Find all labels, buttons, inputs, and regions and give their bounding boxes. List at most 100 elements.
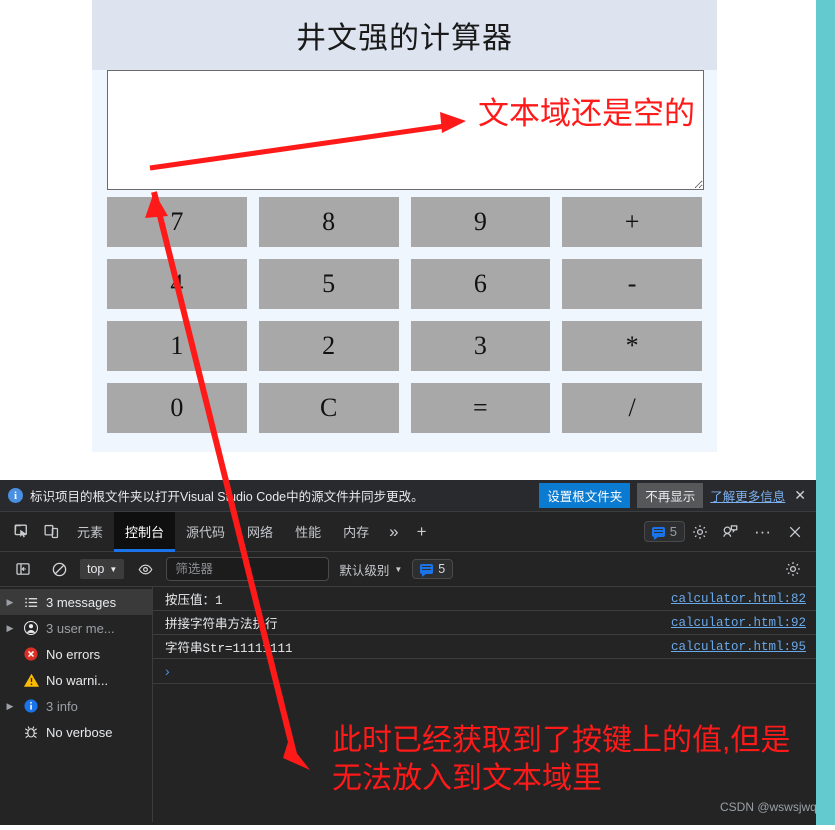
page-right-accent-strip — [816, 0, 835, 480]
console-settings-gear-icon[interactable] — [778, 554, 808, 584]
browser-page-viewport: 井文强的计算器 7 8 9 + 4 5 6 - 1 2 3 * 0 C = / — [0, 0, 835, 480]
calc-key-5[interactable]: 5 — [258, 259, 399, 309]
console-message-badge[interactable]: 5 — [412, 559, 454, 579]
tab-performance[interactable]: 性能 — [284, 512, 332, 552]
sidebar-item-user-messages[interactable]: ▶ 3 user me... — [0, 615, 152, 641]
sidebar-toggle-icon[interactable] — [8, 554, 38, 584]
warning-icon — [22, 671, 40, 689]
calc-key-3[interactable]: 3 — [410, 321, 551, 371]
sidebar-item-label: 3 info — [46, 698, 78, 714]
more-options-icon[interactable]: ··· — [745, 522, 780, 542]
close-devtools-icon[interactable] — [780, 517, 810, 547]
sidebar-item-info[interactable]: ▶ 3 info — [0, 693, 152, 719]
calc-key-divide[interactable]: / — [562, 383, 702, 433]
tab-sources[interactable]: 源代码 — [175, 512, 236, 552]
devtools-right-accent-strip — [816, 480, 835, 825]
tab-memory[interactable]: 内存 — [332, 512, 380, 552]
calc-key-9[interactable]: 9 — [410, 197, 551, 247]
feedback-icon[interactable] — [715, 517, 745, 547]
sidebar-item-verbose[interactable]: ▶ No verbose — [0, 719, 152, 745]
tab-console[interactable]: 控制台 — [114, 511, 176, 552]
more-tabs-icon[interactable]: » — [380, 522, 407, 542]
calc-key-multiply[interactable]: * — [562, 321, 702, 371]
chevron-down-icon: ▼ — [394, 564, 403, 574]
console-log-row[interactable]: 按压值：1 calculator.html:82 — [153, 587, 816, 611]
sidebar-item-messages[interactable]: ▶ 3 messages — [0, 589, 152, 615]
log-message: 字符串Str=11111111 — [165, 642, 293, 656]
log-message: 拼接字符串方法执行 — [165, 618, 278, 632]
calc-key-4[interactable]: 4 — [107, 259, 247, 309]
sidebar-item-label: 3 messages — [46, 594, 117, 610]
devtools-infobar: i 标识项目的根文件夹以打开Visual Studio Code中的源文件并同步… — [0, 480, 816, 512]
devtools-panel: i 标识项目的根文件夹以打开Visual Studio Code中的源文件并同步… — [0, 480, 835, 825]
log-source-link[interactable]: calculator.html:82 — [671, 592, 806, 606]
console-message-count: 5 — [438, 562, 446, 576]
sidebar-item-label: No warni... — [46, 672, 109, 688]
calc-key-0[interactable]: 0 — [107, 383, 247, 433]
live-expression-icon[interactable] — [130, 554, 160, 584]
sidebar-item-label: No verbose — [46, 724, 113, 740]
chevron-right-icon: ▶ — [6, 622, 14, 633]
message-count-badge[interactable]: 5 — [643, 521, 686, 542]
speech-bubble-icon — [651, 526, 665, 540]
display-wrapper — [107, 70, 704, 190]
dont-show-again-button[interactable]: 不再显示 — [637, 483, 704, 508]
execution-context-select[interactable]: top ▼ — [80, 559, 125, 579]
message-count-value: 5 — [669, 524, 678, 539]
learn-more-link[interactable]: 了解更多信息 — [710, 486, 785, 505]
sidebar-item-label: 3 user me... — [46, 620, 115, 636]
speech-bubble-icon — [420, 564, 434, 577]
info-icon: i — [8, 488, 23, 503]
calc-key-7[interactable]: 7 — [107, 197, 247, 247]
sidebar-item-warnings[interactable]: ▶ No warni... — [0, 667, 152, 693]
add-tab-button[interactable]: + — [408, 522, 436, 542]
info-icon — [22, 697, 40, 715]
calc-key-6[interactable]: 6 — [410, 259, 551, 309]
device-toolbar-icon[interactable] — [36, 517, 66, 547]
execution-context-value: top — [87, 562, 105, 576]
devtools-tabbar: 元素 控制台 源代码 网络 性能 内存 » + 5 ··· — [0, 511, 816, 552]
calculator-panel: 井文强的计算器 7 8 9 + 4 5 6 - 1 2 3 * 0 C = / — [92, 0, 717, 452]
sidebar-item-errors[interactable]: ▶ No errors — [0, 641, 152, 667]
chevron-right-icon: ▶ — [6, 700, 14, 711]
calc-key-8[interactable]: 8 — [258, 197, 399, 247]
error-icon — [22, 645, 40, 663]
calculator-display-textarea[interactable] — [107, 70, 704, 190]
calculator-keypad: 7 8 9 + 4 5 6 - 1 2 3 * 0 C = / — [107, 197, 702, 433]
calc-key-1[interactable]: 1 — [107, 321, 247, 371]
infobar-message: 标识项目的根文件夹以打开Visual Studio Code中的源文件并同步更改… — [30, 490, 424, 504]
sidebar-item-label: No errors — [46, 646, 101, 662]
page-title: 井文强的计算器 — [296, 22, 513, 55]
log-message: 按压值：1 — [165, 594, 223, 608]
calc-key-equals[interactable]: = — [410, 383, 551, 433]
clear-console-icon[interactable] — [44, 554, 74, 584]
chevron-down-icon: ▼ — [109, 564, 118, 574]
console-log-list: 按压值：1 calculator.html:82 拼接字符串方法执行 calcu… — [153, 587, 816, 822]
tab-network[interactable]: 网络 — [236, 512, 284, 552]
bug-icon — [22, 723, 40, 741]
console-log-row[interactable]: 拼接字符串方法执行 calculator.html:92 — [153, 611, 816, 635]
console-input-prompt[interactable]: › — [153, 659, 816, 684]
gear-icon[interactable] — [685, 517, 715, 547]
chevron-right-icon: ▶ — [6, 596, 14, 607]
calc-key-minus[interactable]: - — [562, 259, 702, 309]
log-source-link[interactable]: calculator.html:95 — [671, 640, 806, 654]
log-level-value: 默认级别 — [339, 563, 390, 578]
calc-key-2[interactable]: 2 — [258, 321, 399, 371]
set-root-folder-button[interactable]: 设置根文件夹 — [539, 483, 631, 508]
console-toolbar: top ▼ 默认级别 ▼ 5 — [0, 552, 816, 587]
prompt-chevron-icon: › — [165, 663, 170, 679]
calc-key-plus[interactable]: + — [562, 197, 702, 247]
inspect-element-icon[interactable] — [6, 517, 36, 547]
tab-elements[interactable]: 元素 — [66, 512, 114, 552]
log-level-select[interactable]: 默认级别 ▼ — [335, 560, 406, 579]
close-icon[interactable]: ✕ — [792, 487, 808, 504]
calculator-header: 井文强的计算器 — [92, 0, 717, 70]
calc-key-clear[interactable]: C — [258, 383, 399, 433]
console-main: ▶ 3 messages ▶ 3 user me... No errors No… — [0, 587, 816, 822]
console-log-row[interactable]: 字符串Str=11111111 calculator.html:95 — [153, 635, 816, 659]
list-icon — [22, 593, 40, 611]
console-sidebar: ▶ 3 messages ▶ 3 user me... No errors No… — [0, 587, 153, 822]
log-source-link[interactable]: calculator.html:92 — [671, 616, 806, 630]
filter-input[interactable] — [166, 557, 330, 581]
